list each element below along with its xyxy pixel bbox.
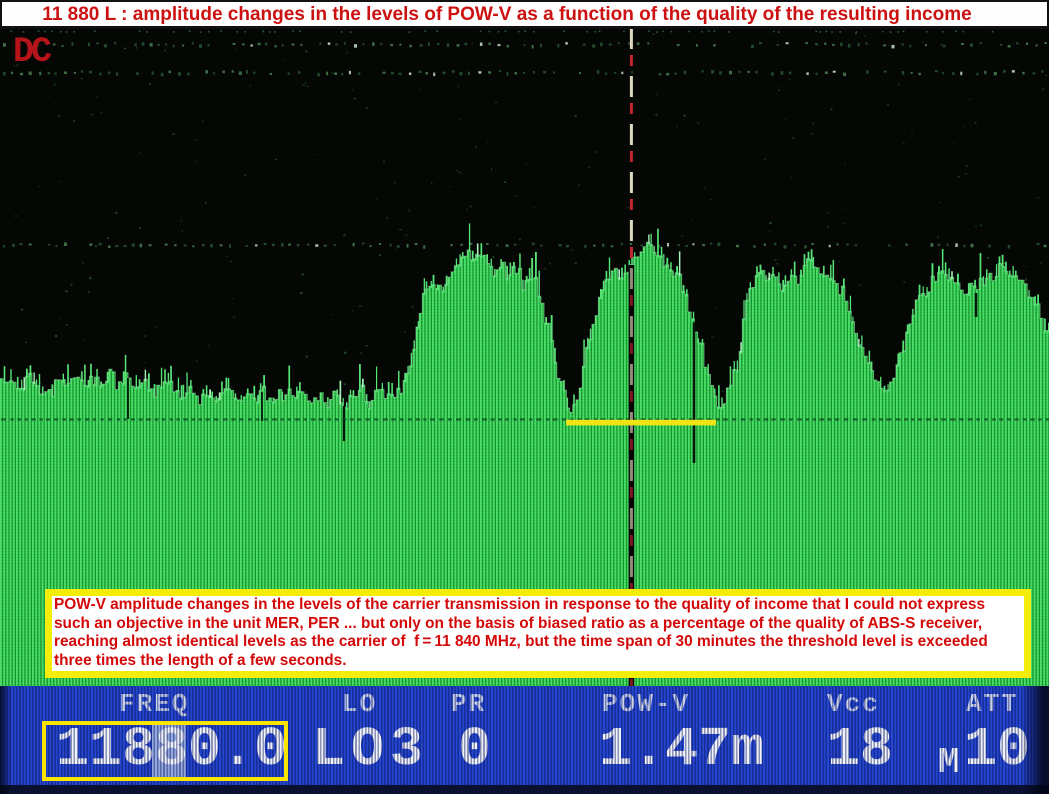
svg-text:DC: DC: [13, 32, 52, 72]
